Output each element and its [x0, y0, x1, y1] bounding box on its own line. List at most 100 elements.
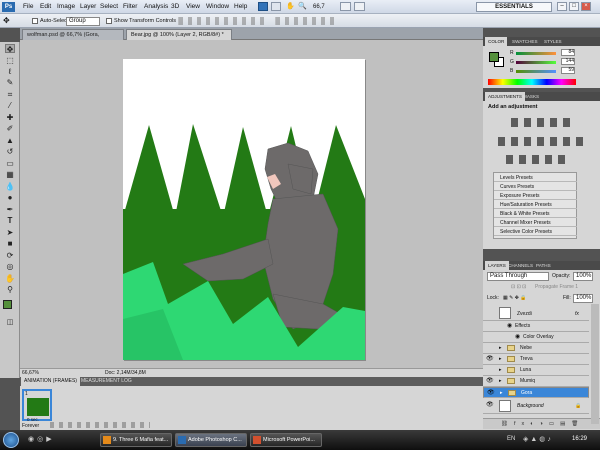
menu-help[interactable]: Help: [234, 3, 247, 10]
layer-name[interactable]: Luna: [520, 365, 531, 375]
3d-rotate-tool-icon[interactable]: ⟳: [5, 251, 15, 260]
hand-tool-icon[interactable]: ✋: [286, 2, 295, 11]
lasso-tool-icon[interactable]: ℓ: [5, 67, 15, 76]
loop-options[interactable]: Forever: [22, 423, 39, 429]
move-tool-icon[interactable]: ✥: [5, 44, 15, 54]
auto-select-dropdown[interactable]: Group: [66, 17, 100, 26]
slider-r[interactable]: [516, 52, 556, 55]
type-tool-icon[interactable]: T: [5, 216, 15, 225]
eye-icon[interactable]: 👁: [487, 389, 495, 397]
value-g[interactable]: 144: [561, 58, 575, 65]
minimize-button[interactable]: –: [557, 2, 567, 11]
clock[interactable]: 16:29: [572, 436, 587, 442]
preset-levels[interactable]: Levels Presets: [494, 174, 577, 182]
layer-name[interactable]: Nebe: [520, 343, 532, 353]
fill-field[interactable]: 100%: [573, 294, 593, 303]
menu-filter[interactable]: Filter: [123, 3, 137, 10]
marquee-tool-icon[interactable]: ⬚: [5, 56, 15, 65]
layer-name[interactable]: Mumiq: [520, 376, 535, 386]
layers-scrollbar[interactable]: [591, 304, 599, 424]
distribute-buttons-group[interactable]: [275, 17, 335, 25]
layer-background[interactable]: 👁 Background 🔒: [483, 398, 589, 414]
layer-name[interactable]: Color Overlay: [523, 332, 554, 342]
menu-select[interactable]: Select: [100, 3, 118, 10]
menu-analysis[interactable]: Analysis: [144, 3, 168, 10]
healing-brush-icon[interactable]: ✚: [5, 113, 15, 122]
layer-name[interactable]: Effects: [515, 321, 530, 331]
color-spectrum[interactable]: [488, 79, 576, 85]
layer-mumiq[interactable]: 👁 ▸ Mumiq: [483, 376, 589, 387]
quick-mask-icon[interactable]: ◫: [5, 318, 15, 327]
value-r[interactable]: 84: [561, 49, 575, 56]
layer-treva[interactable]: 👁 ▸ Treva: [483, 354, 589, 365]
zoom-level[interactable]: 66,7: [313, 3, 333, 11]
expand-arrow-icon[interactable]: ▸: [500, 388, 503, 398]
layer-name[interactable]: Treva: [520, 354, 533, 364]
expand-arrow-icon[interactable]: ▸: [499, 354, 502, 364]
slider-b[interactable]: [516, 70, 556, 73]
menu-edit[interactable]: Edit: [40, 3, 51, 10]
eraser-tool-icon[interactable]: ▭: [5, 159, 15, 168]
foreground-color-swatch[interactable]: [3, 300, 12, 309]
eye-icon[interactable]: 👁: [486, 401, 494, 409]
tab-wolfman[interactable]: wolfman.psd @ 66,7% (Gora, RGB/8) *: [22, 29, 124, 49]
preset-selective-color[interactable]: Selective Color Presets: [494, 228, 577, 236]
maximize-button[interactable]: □: [569, 2, 579, 11]
layer-zvezdi[interactable]: Zvezdi fx: [483, 305, 589, 321]
hand-tool-icon[interactable]: ✋: [5, 274, 15, 283]
layer-nebe[interactable]: ▸ Nebe: [483, 343, 589, 354]
layer-gora[interactable]: 👁 ▸ Gora: [483, 387, 589, 398]
preset-curves[interactable]: Curves Presets: [494, 183, 577, 191]
visibility-toggle[interactable]: [486, 306, 493, 314]
tab-channels[interactable]: CHANNELS: [505, 261, 536, 270]
effect-eye-icon[interactable]: ◉: [515, 332, 520, 342]
eyedropper-tool-icon[interactable]: ⁄: [5, 101, 15, 110]
tab-paths[interactable]: PATHS: [533, 261, 554, 270]
blend-mode-dropdown[interactable]: Pass Through: [487, 272, 549, 281]
eye-icon[interactable]: 👁: [486, 377, 494, 385]
adjustment-icons-row-2[interactable]: [498, 137, 584, 146]
zoom-tool-icon[interactable]: 🔍: [298, 2, 307, 11]
tray-icons[interactable]: ◈▲◍♪: [523, 435, 553, 443]
tab-bear[interactable]: Bear.jpg @ 100% (Layer 2, RGB/8#) *: [126, 29, 232, 40]
quick-launch-icons[interactable]: ◉◎▶: [28, 435, 88, 445]
layer-name[interactable]: Zvezdi: [517, 309, 532, 319]
tab-animation-frames[interactable]: ANIMATION (FRAMES): [21, 377, 80, 386]
layer-color-overlay[interactable]: ◉ Color Overlay: [483, 332, 589, 343]
crop-tool-icon[interactable]: ⌗: [5, 90, 15, 99]
tab-styles[interactable]: STYLES: [541, 37, 565, 46]
workspace-switcher[interactable]: ESSENTIALS: [476, 2, 552, 12]
blur-tool-icon[interactable]: 💧: [5, 182, 15, 191]
status-zoom[interactable]: 66,67%: [22, 369, 39, 377]
task-photoshop[interactable]: Adobe Photoshop C...: [175, 433, 247, 447]
history-brush-icon[interactable]: ↺: [5, 147, 15, 156]
menu-view[interactable]: View: [186, 3, 200, 10]
opacity-field[interactable]: 100%: [573, 272, 593, 281]
lock-icons[interactable]: ▦ ✎ ✥ 🔒: [503, 295, 527, 301]
tab-measurement-log[interactable]: MEASUREMENT LOG: [78, 377, 135, 386]
align-buttons-group[interactable]: [178, 17, 268, 25]
adjustment-icons-row-3[interactable]: [506, 155, 570, 164]
quick-select-tool-icon[interactable]: ✎: [5, 78, 15, 87]
shape-tool-icon[interactable]: ■: [5, 239, 15, 248]
task-media-player[interactable]: 9. Three 6 Mafia feat...: [100, 433, 172, 447]
move-tool-icon[interactable]: ✥: [3, 16, 17, 26]
menu-3d[interactable]: 3D: [171, 3, 179, 10]
close-button[interactable]: ×: [581, 2, 591, 11]
menu-file[interactable]: File: [23, 3, 33, 10]
document-canvas[interactable]: [123, 59, 365, 360]
language-indicator[interactable]: EN: [507, 436, 515, 442]
layer-name[interactable]: Background: [517, 401, 544, 411]
animation-playback-controls[interactable]: [50, 422, 150, 428]
preset-exposure[interactable]: Exposure Presets: [494, 192, 577, 200]
expand-arrow-icon[interactable]: ▸: [499, 343, 502, 353]
path-selection-icon[interactable]: ➤: [5, 228, 15, 237]
menu-window[interactable]: Window: [206, 3, 229, 10]
task-powerpoint[interactable]: Microsoft PowerPoi...: [250, 433, 322, 447]
frame-delay[interactable]: 0 sec.: [27, 417, 39, 422]
arrange-documents-icon[interactable]: [340, 2, 351, 11]
expand-arrow-icon[interactable]: ▸: [499, 376, 502, 386]
animation-frame-1[interactable]: 1 0 sec.: [22, 389, 52, 422]
clone-stamp-icon[interactable]: ▲: [5, 136, 15, 145]
visibility-toggle[interactable]: [486, 344, 493, 352]
